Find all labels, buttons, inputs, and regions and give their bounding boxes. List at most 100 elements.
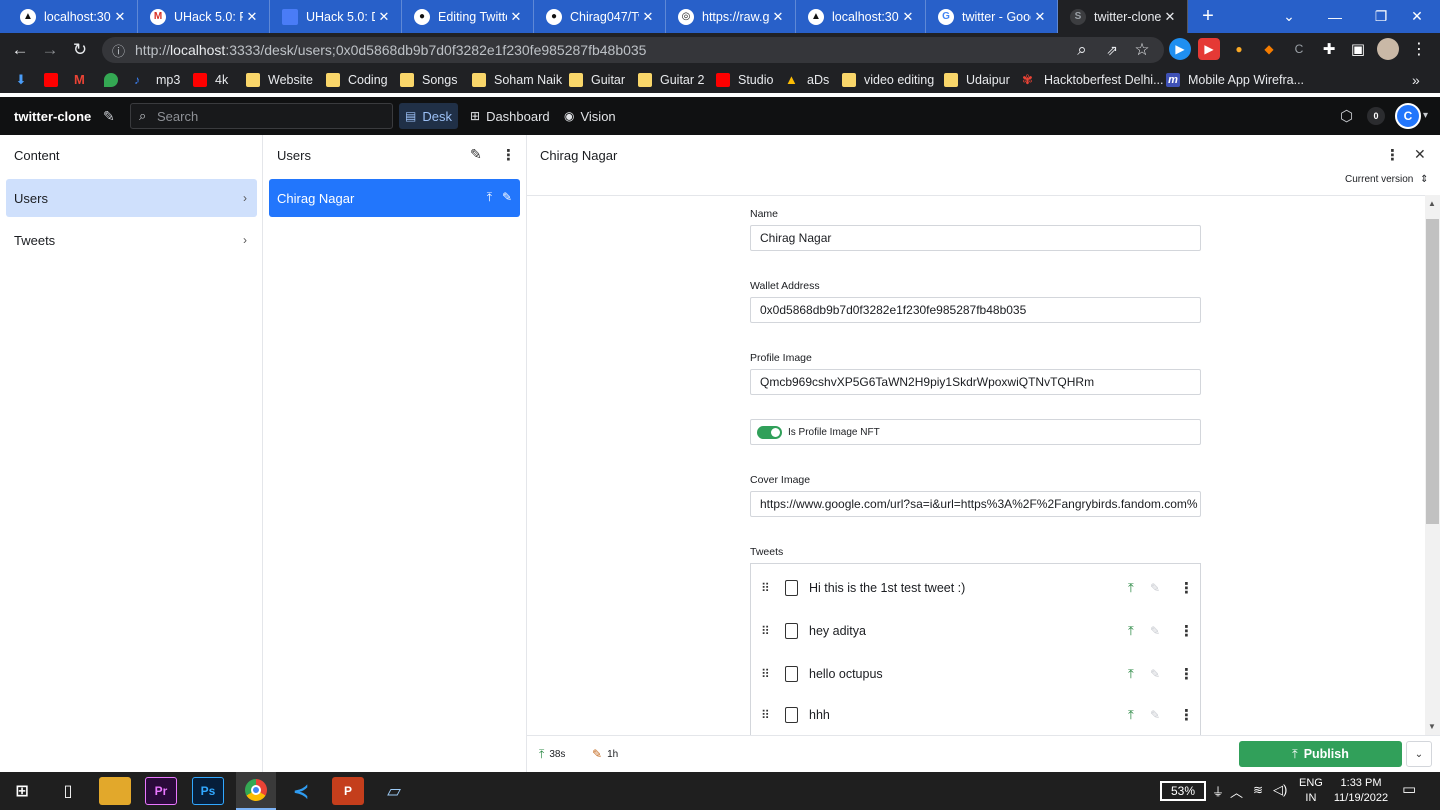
publish-button[interactable]: ⤒ Publish xyxy=(1239,741,1402,767)
close-tab-icon[interactable]: ✕ xyxy=(1031,9,1049,25)
chrome-taskbar-icon[interactable] xyxy=(236,772,276,810)
browser-tab[interactable]: UHack 5.0: Da ✕ xyxy=(270,0,402,33)
wallet-address-field[interactable]: 0x0d5868db9b7d0f3282e1f230fe985287fb48b0… xyxy=(750,297,1201,323)
browser-tab[interactable]: ● Editing Twitter ✕ xyxy=(402,0,534,33)
speaker-icon[interactable]: ◁) xyxy=(1273,782,1287,798)
compose-icon[interactable]: ✎ xyxy=(103,108,119,124)
powerpoint-icon[interactable]: P xyxy=(332,777,364,805)
profile-avatar-icon[interactable] xyxy=(1377,38,1399,60)
drag-handle-icon[interactable]: ⠿ xyxy=(761,668,771,680)
bookmark-folder[interactable]: Website xyxy=(246,66,313,93)
package-icon[interactable]: ⬡ xyxy=(1340,107,1353,125)
close-tab-icon[interactable]: ✕ xyxy=(375,9,393,25)
bookmark[interactable]: M xyxy=(74,66,96,93)
kebab-menu-icon[interactable]: ⋮ xyxy=(1408,38,1430,60)
bookmark[interactable]: 4k xyxy=(193,66,228,93)
browser-tab[interactable]: ● Chirag047/Tw ✕ xyxy=(534,0,666,33)
share-icon[interactable]: ⇗ xyxy=(1100,38,1124,62)
close-tab-icon[interactable]: ✕ xyxy=(507,9,525,25)
bookmark[interactable]: ♪ mp3 xyxy=(134,66,180,93)
extension-icon[interactable]: ▶ xyxy=(1169,38,1191,60)
browser-tab[interactable]: ◎ https://raw.gi ✕ xyxy=(666,0,796,33)
bookmark-folder[interactable]: Guitar 2 xyxy=(638,66,704,93)
bookmark-folder[interactable]: Coding xyxy=(326,66,388,93)
close-tab-icon[interactable]: ✕ xyxy=(1161,9,1179,25)
close-tab-icon[interactable]: ✕ xyxy=(639,9,657,25)
sidepanel-icon[interactable]: ▣ xyxy=(1347,38,1369,60)
name-field[interactable]: Chirag Nagar xyxy=(750,225,1201,251)
bookmarks-overflow-button[interactable]: » xyxy=(1412,66,1420,93)
star-icon[interactable]: ☆ xyxy=(1130,38,1154,62)
bookmark-folder[interactable]: Soham Naik xyxy=(472,66,562,93)
kebab-menu-icon[interactable]: ⋮ xyxy=(1179,665,1194,683)
version-selector[interactable]: Current version ⇕ xyxy=(1345,174,1429,185)
windows-start-icon[interactable]: ⊞ xyxy=(6,777,38,805)
extension-icon[interactable]: ● xyxy=(1228,38,1250,60)
zoom-search-icon[interactable]: ⌕ xyxy=(1070,38,1094,62)
back-arrow-icon[interactable]: ← xyxy=(8,38,32,62)
tweet-item[interactable]: ⠿ hhh ⤒ ✎ ⋮ xyxy=(751,695,1200,735)
close-tab-icon[interactable]: ✕ xyxy=(899,9,917,25)
close-tab-icon[interactable]: ✕ xyxy=(769,9,787,25)
drag-handle-icon[interactable]: ⠿ xyxy=(761,582,771,594)
reload-icon[interactable]: ↻ xyxy=(68,38,92,62)
bookmark[interactable]: Studio xyxy=(716,66,773,93)
drag-handle-icon[interactable]: ⠿ xyxy=(761,625,771,637)
notifications-icon[interactable]: ▭ xyxy=(1402,780,1416,798)
bookmark[interactable] xyxy=(104,66,126,93)
browser-tab[interactable]: ▲ localhost:3000 ✕ xyxy=(8,0,138,33)
close-window-icon[interactable]: ✕ xyxy=(1394,0,1440,33)
close-icon[interactable]: ✕ xyxy=(1414,146,1426,163)
scrollbar[interactable]: ▲ ▼ xyxy=(1425,195,1440,735)
info-icon[interactable]: ⓘ xyxy=(112,41,125,60)
notification-badge[interactable]: 0 xyxy=(1367,107,1385,125)
chevron-down-icon[interactable]: ▾ xyxy=(1423,110,1428,121)
bookmark-folder[interactable]: video editing xyxy=(842,66,934,93)
forward-arrow-icon[interactable]: → xyxy=(38,38,62,62)
file-explorer-icon[interactable] xyxy=(99,777,131,805)
scroll-up-icon[interactable]: ▲ xyxy=(1428,199,1436,208)
content-item-tweets[interactable]: Tweets › xyxy=(6,221,257,259)
nav-desk[interactable]: ▤ Desk xyxy=(399,103,458,129)
nav-dashboard[interactable]: ⊞ Dashboard xyxy=(464,103,556,129)
search-input[interactable]: ⌕ Search xyxy=(130,103,393,129)
publish-options-button[interactable]: ⌄ xyxy=(1406,741,1432,767)
tweet-item[interactable]: ⠿ hello octupus ⤒ ✎ ⋮ xyxy=(751,652,1200,696)
scroll-down-icon[interactable]: ▼ xyxy=(1428,722,1436,731)
extension-icon[interactable]: C xyxy=(1288,38,1310,60)
metamask-icon[interactable]: ◆ xyxy=(1258,38,1280,60)
published-status[interactable]: ⤒ 38s xyxy=(539,747,565,762)
vscode-icon[interactable]: ≺ xyxy=(285,777,317,805)
kebab-menu-icon[interactable]: ⋮ xyxy=(1179,579,1194,597)
photoshop-icon[interactable]: Ps xyxy=(192,777,224,805)
user-avatar[interactable]: C xyxy=(1395,103,1421,129)
bookmark[interactable]: ⬇ xyxy=(14,66,36,93)
wifi-icon[interactable]: ≋ xyxy=(1253,783,1263,797)
tweet-item[interactable]: ⠿ Hi this is the 1st test tweet :) ⤒ ✎ ⋮ xyxy=(751,566,1200,610)
bookmark[interactable]: ✾ Hacktoberfest Delhi... xyxy=(1022,66,1164,93)
nav-vision[interactable]: ◉ Vision xyxy=(558,103,622,129)
close-tab-icon[interactable]: ✕ xyxy=(243,9,261,25)
compose-icon[interactable]: ✎ xyxy=(470,146,482,163)
clock[interactable]: 1:33 PM 11/19/2022 xyxy=(1330,776,1392,806)
edited-status[interactable]: ✎ 1h xyxy=(592,747,618,761)
app-title[interactable]: twitter-clone xyxy=(14,109,91,124)
browser-tab-active[interactable]: S twitter-clone ✕ xyxy=(1058,0,1188,33)
bookmark[interactable] xyxy=(44,66,66,93)
browser-tab[interactable]: ▲ localhost:3000 ✕ xyxy=(796,0,926,33)
content-item-users[interactable]: Users › xyxy=(6,179,257,217)
drag-handle-icon[interactable]: ⠿ xyxy=(761,709,771,721)
language-indicator[interactable]: ENG IN xyxy=(1299,776,1323,806)
tweet-item[interactable]: ⠿ hey aditya ⤒ ✎ ⋮ xyxy=(751,609,1200,653)
kebab-menu-icon[interactable]: ⋮ xyxy=(1385,146,1400,164)
puzzle-icon[interactable]: ✚ xyxy=(1318,38,1340,60)
new-tab-button[interactable]: + xyxy=(1188,0,1228,33)
nft-toggle[interactable] xyxy=(757,425,782,439)
bookmark-folder[interactable]: Udaipur xyxy=(944,66,1010,93)
bookmark-folder[interactable]: Songs xyxy=(400,66,457,93)
profile-image-field[interactable]: Qmcb969cshvXP5G6TaWN2H9piy1SkdrWpoxwiQTN… xyxy=(750,369,1201,395)
extension-icon[interactable]: ▶ xyxy=(1198,38,1220,60)
kebab-menu-icon[interactable]: ⋮ xyxy=(1179,622,1194,640)
notepad-icon[interactable]: ▱ xyxy=(378,777,410,805)
bookmark[interactable]: m Mobile App Wirefra... xyxy=(1166,66,1304,93)
